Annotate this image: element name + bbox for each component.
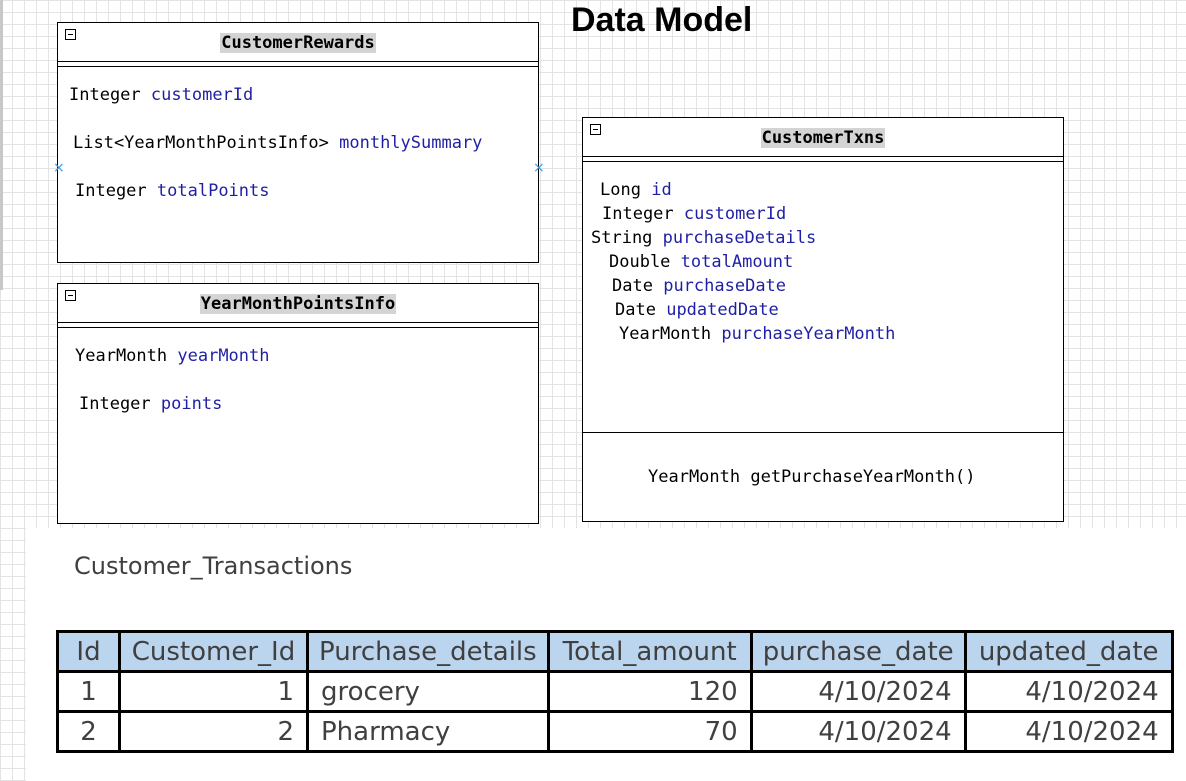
- cell-updated-date: 4/10/2024: [963, 710, 1174, 753]
- cell-purchase-details: Pharmacy: [306, 710, 550, 753]
- column-header-purchase-details: Purchase_details: [306, 630, 550, 673]
- attribute-purchase-details[interactable]: String purchaseDetails: [591, 228, 816, 248]
- cell-updated-date: 4/10/2024: [963, 670, 1174, 713]
- table-title: Customer_Transactions: [74, 552, 353, 580]
- class-header: YearMonthPointsInfo: [58, 284, 538, 323]
- table-row: 1 1 grocery 120 4/10/2024 4/10/2024: [56, 670, 1174, 713]
- class-customer-txns[interactable]: CustomerTxns Long id Integer customerId …: [582, 117, 1064, 522]
- attribute-customer-id[interactable]: Integer customerId: [602, 204, 786, 224]
- cell-customer-id: 1: [118, 670, 309, 713]
- attribute-purchase-year-month[interactable]: YearMonth purchaseYearMonth: [619, 324, 895, 344]
- customer-transactions-table: Id Customer_Id Purchase_details Total_am…: [56, 630, 1174, 753]
- method-get-purchase-year-month[interactable]: YearMonth getPurchaseYearMonth(): [648, 467, 976, 487]
- class-customer-rewards[interactable]: CustomerRewards Integer customerId List<…: [53, 22, 545, 263]
- cell-purchase-date: 4/10/2024: [749, 710, 967, 753]
- attribute-year-month[interactable]: YearMonth yearMonth: [75, 346, 270, 366]
- class-name: CustomerRewards: [220, 33, 376, 53]
- divider: [583, 157, 1063, 162]
- divider: [58, 323, 538, 328]
- column-header-id: Id: [56, 630, 121, 673]
- cell-purchase-details: grocery: [306, 670, 550, 713]
- attribute-purchase-date[interactable]: Date purchaseDate: [612, 276, 786, 296]
- column-header-total-amount: Total_amount: [546, 630, 753, 673]
- attribute-total-amount[interactable]: Double totalAmount: [609, 252, 793, 272]
- class-year-month-points-info[interactable]: YearMonthPointsInfo YearMonth yearMonth …: [57, 283, 539, 524]
- table-header-row: Id Customer_Id Purchase_details Total_am…: [56, 630, 1174, 673]
- cell-customer-id: 2: [118, 710, 309, 753]
- diagram-title: Data Model: [571, 1, 753, 39]
- attribute-points[interactable]: Integer points: [79, 394, 222, 414]
- class-header: CustomerTxns: [583, 118, 1063, 157]
- cell-total-amount: 70: [546, 710, 753, 753]
- divider: [58, 62, 538, 67]
- cell-total-amount: 120: [546, 670, 753, 713]
- cell-purchase-date: 4/10/2024: [749, 670, 967, 713]
- connection-anchor-icon[interactable]: ×: [533, 161, 545, 175]
- column-header-updated-date: updated_date: [963, 630, 1174, 673]
- divider: [583, 432, 1063, 433]
- attribute-total-points[interactable]: Integer totalPoints: [75, 181, 270, 201]
- column-header-purchase-date: purchase_date: [749, 630, 967, 673]
- connection-anchor-icon[interactable]: ×: [53, 161, 65, 175]
- class-name: YearMonthPointsInfo: [199, 294, 397, 314]
- class-header: CustomerRewards: [58, 23, 538, 62]
- cell-id: 2: [56, 710, 121, 753]
- cell-id: 1: [56, 670, 121, 713]
- attribute-updated-date[interactable]: Date updatedDate: [615, 300, 779, 320]
- canvas-left-edge: [0, 0, 3, 290]
- attribute-id[interactable]: Long id: [600, 180, 672, 200]
- class-name: CustomerTxns: [760, 128, 886, 148]
- table-row: 2 2 Pharmacy 70 4/10/2024 4/10/2024: [56, 710, 1174, 753]
- column-header-customer-id: Customer_Id: [118, 630, 309, 673]
- attribute-customer-id[interactable]: Integer customerId: [69, 85, 253, 105]
- attribute-monthly-summary[interactable]: List<YearMonthPointsInfo> monthlySummary: [73, 133, 482, 153]
